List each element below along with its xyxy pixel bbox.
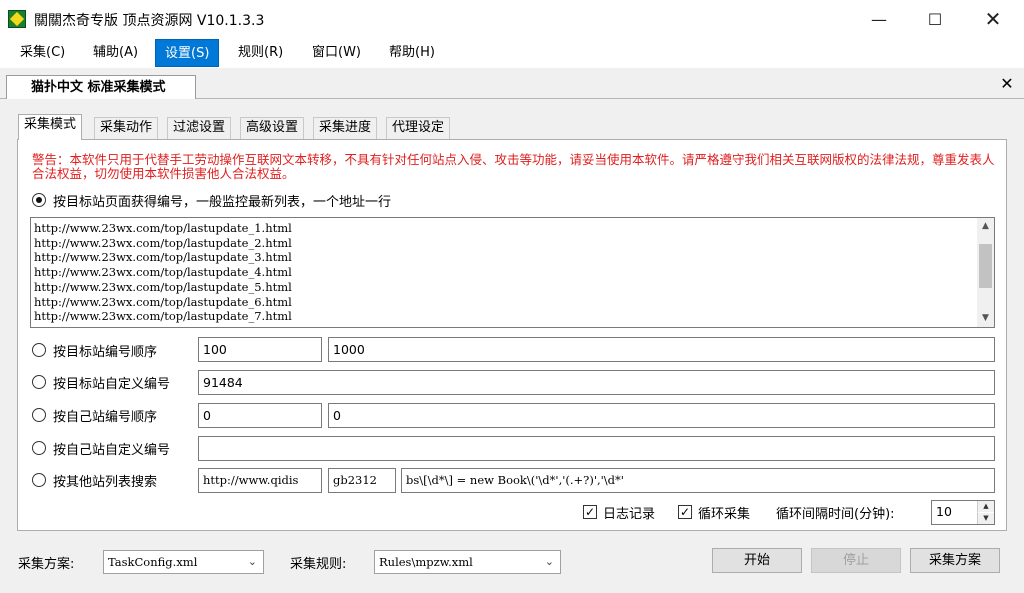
window-title: 關關杰奇专版 顶点资源网 V10.1.3.3 <box>34 13 265 29</box>
target-custom-label: 按目标站自定义编号 <box>53 377 171 392</box>
tab-advanced-settings[interactable]: 高级设置 <box>240 117 305 139</box>
own-start-input[interactable]: 0 <box>198 403 322 428</box>
menu-bar: 采集(C) 辅助(A) 设置(S) 规则(R) 窗口(W) 帮助(H) <box>0 39 1024 67</box>
list-mode-label: 按目标站页面获得编号，一般监控最新列表，一个地址一行 <box>53 195 392 210</box>
chevron-down-icon: ⌄ <box>544 555 554 568</box>
radio-other-search[interactable] <box>32 473 46 487</box>
scroll-up-icon[interactable]: ▲ <box>977 218 994 235</box>
rule-select-value: Rules\mpzw.xml <box>379 555 473 569</box>
menu-assist[interactable]: 辅助(A) <box>84 39 147 67</box>
menu-settings[interactable]: 设置(S) <box>155 39 220 67</box>
menu-help[interactable]: 帮助(H) <box>380 39 444 67</box>
own-custom-label: 按自己站自定义编号 <box>53 443 171 458</box>
target-seq-label: 按目标站编号顺序 <box>53 345 158 360</box>
url-list-scrollbar[interactable]: ▲ ▼ <box>977 218 994 327</box>
interval-stepper[interactable]: 10 ▲ ▼ <box>931 500 995 525</box>
interval-label: 循环间隔时间(分钟): <box>776 507 895 522</box>
url-list: http://www.23wx.com/top/lastupdate_1.htm… <box>34 221 292 324</box>
radio-own-seq[interactable] <box>32 408 46 422</box>
list-item: http://www.23wx.com/top/lastupdate_6.htm… <box>34 294 292 309</box>
scroll-thumb[interactable] <box>979 244 992 288</box>
plan-select[interactable]: TaskConfig.xml ⌄ <box>103 550 264 574</box>
log-label: 日志记录 <box>603 507 656 522</box>
radio-target-custom[interactable] <box>32 375 46 389</box>
warning-text: 警告：本软件只用于代替手工劳动操作互联网文本转移，不具有针对任何站点入侵、攻击等… <box>32 152 995 181</box>
rule-select[interactable]: Rules\mpzw.xml ⌄ <box>374 550 561 574</box>
document-tab[interactable]: 猫扑中文 标准采集模式 <box>6 75 196 100</box>
list-item: http://www.23wx.com/top/lastupdate_1.htm… <box>34 221 292 235</box>
title-bar: 關關杰奇专版 顶点资源网 V10.1.3.3 — ☐ ✕ <box>0 0 1024 38</box>
list-item: http://www.23wx.com/top/lastupdate_4.htm… <box>34 265 292 280</box>
search-url-input[interactable]: http://www.qidis <box>198 468 322 493</box>
spin-down-icon[interactable]: ▼ <box>978 513 994 524</box>
chevron-down-icon: ⌄ <box>247 555 257 568</box>
tab-collect-action[interactable]: 采集动作 <box>94 117 159 139</box>
loop-checkbox[interactable]: ✓ <box>678 505 692 519</box>
tab-collect-mode[interactable]: 采集模式 <box>18 114 83 140</box>
maximize-icon[interactable]: ☐ <box>912 0 958 38</box>
list-item: http://www.23wx.com/top/lastupdate_3.htm… <box>34 250 292 265</box>
plan-label: 采集方案: <box>18 557 75 572</box>
document-close-icon[interactable]: ✕ <box>998 75 1016 93</box>
plan-button[interactable]: 采集方案 <box>910 548 1000 573</box>
tab-proxy-settings[interactable]: 代理设定 <box>386 117 451 139</box>
radio-list-mode[interactable] <box>32 193 46 207</box>
menu-collect[interactable]: 采集(C) <box>11 39 74 67</box>
own-seq-label: 按自己站编号顺序 <box>53 410 158 425</box>
radio-own-custom[interactable] <box>32 441 46 455</box>
app-icon <box>8 10 26 28</box>
spin-up-icon[interactable]: ▲ <box>978 501 994 512</box>
minimize-icon[interactable]: — <box>856 0 902 38</box>
list-item: http://www.23wx.com/top/lastupdate_5.htm… <box>34 279 292 294</box>
close-icon[interactable]: ✕ <box>970 0 1016 38</box>
menu-rules[interactable]: 规则(R) <box>229 39 292 67</box>
other-search-label: 按其他站列表搜索 <box>53 475 158 490</box>
target-start-input[interactable]: 100 <box>198 337 322 362</box>
start-button[interactable]: 开始 <box>712 548 802 573</box>
target-custom-input[interactable]: 91484 <box>198 370 995 395</box>
list-item: http://www.23wx.com/top/lastupdate_7.htm… <box>34 309 292 324</box>
stop-button[interactable]: 停止 <box>811 548 901 573</box>
tab-filter-settings[interactable]: 过滤设置 <box>167 117 232 139</box>
radio-target-seq[interactable] <box>32 343 46 357</box>
search-regex-input[interactable]: bs\[\d*\] = new Book\('\d*','(.+?)','\d*… <box>401 468 995 493</box>
own-custom-input[interactable] <box>198 436 995 461</box>
scroll-down-icon[interactable]: ▼ <box>977 310 994 327</box>
rule-label: 采集规则: <box>290 557 347 572</box>
search-encoding-input[interactable]: gb2312 <box>328 468 396 493</box>
interval-value: 10 <box>936 504 952 519</box>
plan-select-value: TaskConfig.xml <box>108 555 198 569</box>
target-end-input[interactable]: 1000 <box>328 337 995 362</box>
url-list-textarea[interactable]: http://www.23wx.com/top/lastupdate_1.htm… <box>30 217 995 328</box>
list-item: http://www.23wx.com/top/lastupdate_2.htm… <box>34 235 292 250</box>
log-checkbox[interactable]: ✓ <box>583 505 597 519</box>
menu-window[interactable]: 窗口(W) <box>303 39 370 67</box>
loop-label: 循环采集 <box>698 507 751 522</box>
tab-collect-progress[interactable]: 采集进度 <box>313 117 378 139</box>
own-end-input[interactable]: 0 <box>328 403 995 428</box>
